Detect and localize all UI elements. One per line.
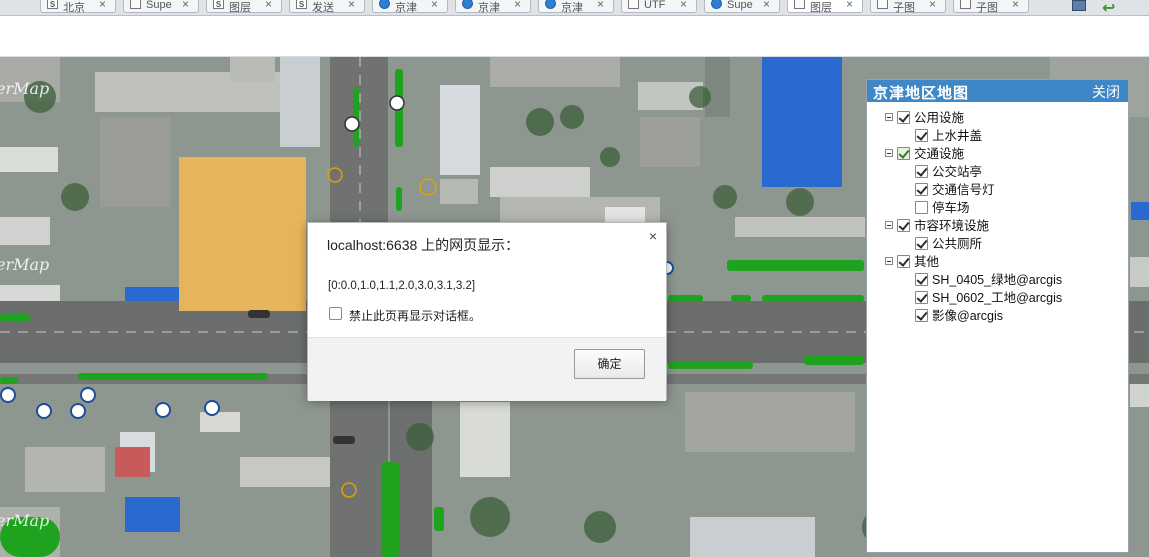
tab-label: 京津 xyxy=(478,2,500,14)
tab-close-icon[interactable]: × xyxy=(265,0,272,11)
layer-group-label: 交通设施 xyxy=(914,147,965,161)
browser-tab[interactable]: Supe × xyxy=(704,0,780,13)
layer-checkbox[interactable] xyxy=(915,237,928,250)
tab-close-icon[interactable]: × xyxy=(929,0,936,11)
doc-icon xyxy=(628,0,639,9)
layer-label: 公交站亭 xyxy=(932,165,983,179)
layer-label: 上水井盖 xyxy=(932,129,983,143)
supermap-icon xyxy=(545,0,556,9)
layer-label: 公共厕所 xyxy=(932,237,983,251)
s-logo-icon: S xyxy=(213,0,224,9)
s-logo-icon: S xyxy=(296,0,307,9)
tab-label: 京津 xyxy=(561,2,583,14)
layer-label: 交通信号灯 xyxy=(932,183,995,197)
ok-button[interactable]: 确定 xyxy=(574,349,645,379)
doc-icon xyxy=(960,0,971,9)
layer-checkbox[interactable] xyxy=(915,309,928,322)
suppress-dialogs-label[interactable]: 禁止此页再显示对话框。 xyxy=(349,307,481,324)
map-watermark-2: erMap xyxy=(0,511,50,530)
browser-tab[interactable]: Supe × xyxy=(123,0,199,13)
tab-label: Supe xyxy=(727,0,753,11)
supermap-icon xyxy=(379,0,390,9)
panel-close-button[interactable]: 关闭 xyxy=(1092,82,1120,102)
map-watermark-3: erMap xyxy=(0,79,50,98)
map-watermark: erMap xyxy=(0,255,50,274)
browser-tab[interactable]: 图层 × xyxy=(787,0,863,14)
tab-close-icon[interactable]: × xyxy=(99,0,106,11)
layer-group-label: 市容环境设施 xyxy=(914,219,990,233)
tab-label: 发送 xyxy=(312,2,334,14)
dialog-message: [0:0.0,1.0,1.1,2.0,3.0,3.1,3.2] xyxy=(328,280,476,292)
panel-title: 京津地区地图 xyxy=(873,85,970,102)
doc-icon xyxy=(794,0,805,9)
layer-group-label: 其他 xyxy=(914,255,940,269)
browser-tab[interactable]: 京津 × xyxy=(455,0,531,14)
layer-group-checkbox[interactable] xyxy=(897,219,910,232)
tab-label: 北京 xyxy=(63,2,85,14)
tab-label: 子图 xyxy=(976,2,998,14)
layer-label: SH_0405_绿地@arcgis xyxy=(932,273,1063,287)
globe-icon xyxy=(711,0,722,9)
browser-tab[interactable]: S 图层 × xyxy=(206,0,282,14)
tab-label: 子图 xyxy=(893,2,915,14)
browser-tab[interactable]: UTF × xyxy=(621,0,697,13)
tab-close-icon[interactable]: × xyxy=(763,0,770,11)
layer-group-label: 公用设施 xyxy=(914,111,965,125)
supermap-icon xyxy=(462,0,473,9)
layer-checkbox[interactable] xyxy=(915,291,928,304)
layer-checkbox[interactable] xyxy=(915,273,928,286)
collapse-toggle-icon[interactable] xyxy=(885,113,893,121)
collapse-toggle-icon[interactable] xyxy=(885,149,893,157)
layer-checkbox[interactable] xyxy=(915,129,928,142)
tab-label: 京津 xyxy=(395,2,417,14)
tab-close-icon[interactable]: × xyxy=(348,0,355,11)
collapse-toggle-icon[interactable] xyxy=(885,257,893,265)
layer-label: 影像@arcgis xyxy=(932,309,1004,323)
tab-close-icon[interactable]: × xyxy=(514,0,521,11)
tab-label: UTF xyxy=(644,0,666,11)
layer-group-checkbox[interactable] xyxy=(897,255,910,268)
layer-control-panel: 京津地区地图 关闭 公用设施上水井盖交通设施公交站亭交通信号灯停车场市容环境设施… xyxy=(866,79,1129,553)
alert-dialog: localhost:6638 上的网页显示： × [0:0.0,1.0,1.1,… xyxy=(307,222,667,401)
browser-tab[interactable]: 京津 × xyxy=(372,0,448,14)
browser-tab[interactable]: S 发送 × xyxy=(289,0,365,14)
tab-close-icon[interactable]: × xyxy=(846,0,853,11)
home-icon[interactable] xyxy=(1072,0,1086,11)
layer-checkbox[interactable] xyxy=(915,165,928,178)
tab-close-icon[interactable]: × xyxy=(431,0,438,11)
tab-close-icon[interactable]: × xyxy=(597,0,604,11)
layer-group-checkbox[interactable] xyxy=(897,147,910,160)
tab-close-icon[interactable]: × xyxy=(182,0,189,11)
layer-label: SH_0602_工地@arcgis xyxy=(932,291,1063,305)
dialog-title: localhost:6638 上的网页显示： xyxy=(327,237,520,253)
dialog-close-icon[interactable]: × xyxy=(649,228,657,244)
browser-tab[interactable]: 子图 × xyxy=(953,0,1029,14)
collapse-toggle-icon[interactable] xyxy=(885,221,893,229)
tab-label: 图层 xyxy=(229,2,251,14)
browser-tab[interactable]: 京津 × xyxy=(538,0,614,14)
s-logo-icon: S xyxy=(47,0,58,9)
layer-group-checkbox[interactable] xyxy=(897,111,910,124)
doc-icon xyxy=(130,0,141,9)
tab-close-icon[interactable]: × xyxy=(680,0,687,11)
browser-tab-strip: S 北京 × Supe × S 图层 × S 发送 × 京津 × 京津 × 京津 × UTF × Supe × 图层 × 子图… xyxy=(0,0,1149,16)
page-toolbar-area xyxy=(0,16,1149,57)
layer-checkbox[interactable] xyxy=(915,201,928,214)
panel-header: 京津地区地图 关闭 xyxy=(867,80,1128,102)
suppress-dialogs-checkbox[interactable] xyxy=(329,307,342,320)
layer-checkbox[interactable] xyxy=(915,183,928,196)
layer-label: 停车场 xyxy=(932,201,970,215)
browser-tab[interactable]: 子图 × xyxy=(870,0,946,14)
construction-site-polygon xyxy=(179,157,306,311)
dialog-footer: 确定 xyxy=(308,337,666,401)
browser-tab[interactable]: S 北京 × xyxy=(40,0,116,14)
tab-label: 图层 xyxy=(810,2,832,14)
tab-label: Supe xyxy=(146,0,172,11)
doc-icon xyxy=(877,0,888,9)
tab-close-icon[interactable]: × xyxy=(1012,0,1019,11)
